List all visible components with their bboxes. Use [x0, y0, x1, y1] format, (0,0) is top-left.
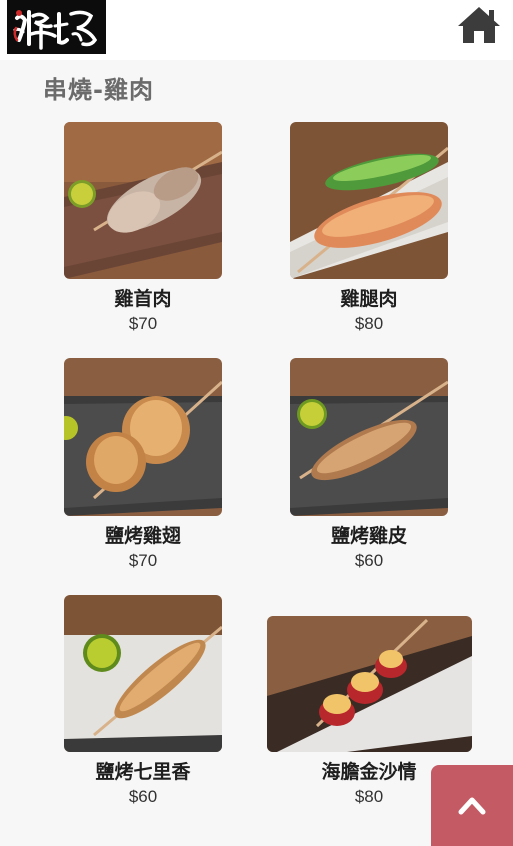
chevron-up-icon [458, 797, 486, 815]
item-name: 鹽烤雞皮 [330, 525, 407, 547]
menu-item-card[interactable]: 鹽烤七里香 $60 [39, 595, 247, 808]
item-price: $80 [354, 314, 384, 333]
item-price: $70 [128, 314, 158, 333]
item-photo [64, 595, 222, 752]
item-name: 鹽烤七里香 [95, 761, 191, 783]
menu-item-card[interactable]: 鹽烤雞皮 $60 [265, 358, 473, 572]
item-photo [290, 358, 448, 516]
home-button[interactable] [456, 5, 502, 45]
section-title: 串燒-雞肉 [43, 76, 154, 104]
logo-mark [7, 0, 106, 54]
logo[interactable] [7, 0, 106, 54]
menu-item-card[interactable]: 鹽烤雞翅 $70 [39, 358, 247, 572]
item-photo [266, 616, 472, 752]
item-price: $60 [128, 787, 158, 806]
item-photo [64, 122, 222, 279]
item-name: 雞首肉 [114, 288, 172, 310]
item-photo [290, 122, 448, 279]
item-photo [64, 358, 222, 516]
menu-item-card[interactable]: 雞首肉 $70 [39, 122, 247, 335]
back-to-top-button[interactable] [431, 765, 513, 846]
item-name: 鹽烤雞翅 [104, 525, 181, 547]
item-price: $60 [354, 551, 384, 570]
home-icon [458, 7, 500, 43]
menu-item-card[interactable]: 雞腿肉 $80 [265, 122, 473, 335]
item-price: $70 [128, 551, 158, 570]
item-name: 雞腿肉 [340, 288, 398, 310]
top-bar [0, 0, 513, 60]
